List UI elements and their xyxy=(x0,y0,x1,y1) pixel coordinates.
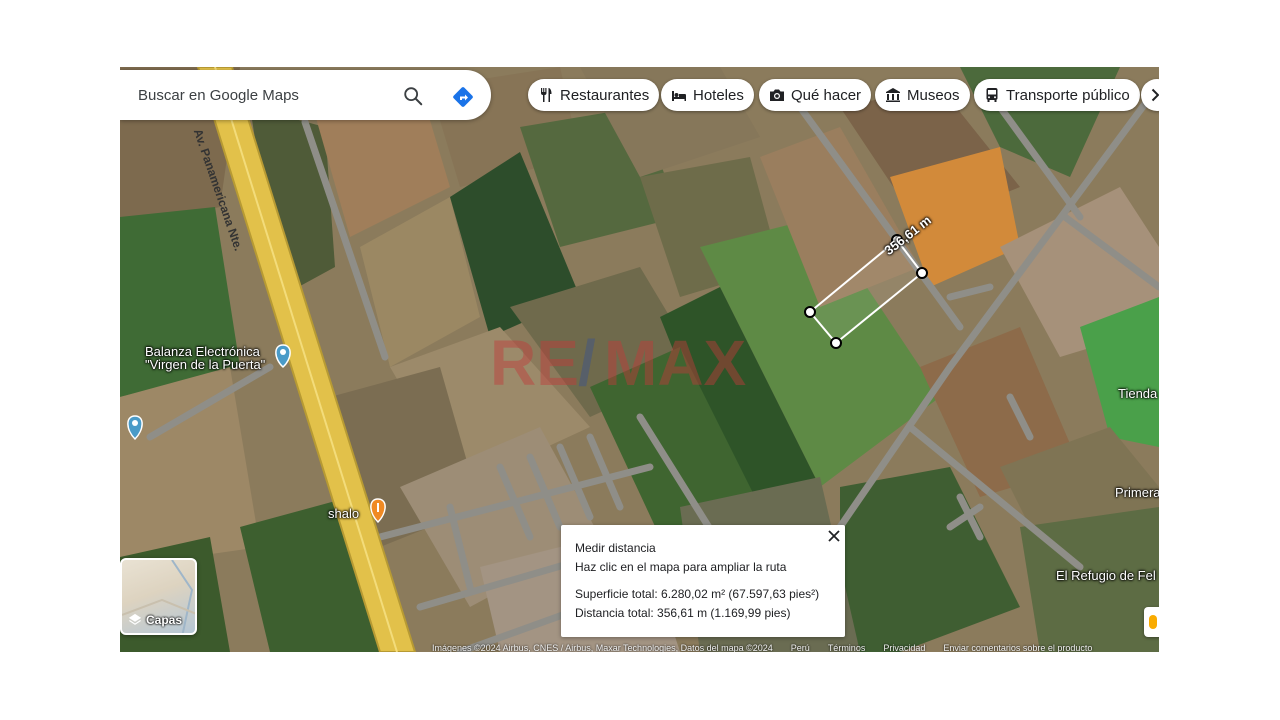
chip-hoteles[interactable]: Hoteles xyxy=(661,79,754,111)
place-label-tienda[interactable]: Tienda xyxy=(1118,387,1157,400)
close-icon[interactable] xyxy=(827,529,841,543)
place-label-shalo[interactable]: shalo xyxy=(328,507,359,520)
chip-restaurantes[interactable]: Restaurantes xyxy=(528,79,660,111)
search-icon[interactable] xyxy=(402,85,424,107)
svg-text:MAX: MAX xyxy=(604,327,747,399)
chip-transporte-publico[interactable]: Transporte público xyxy=(974,79,1140,111)
map-canvas[interactable]: RE / MAX 356,61 m Av. Panamericana Nte. … xyxy=(120,67,1159,652)
place-label-primera[interactable]: Primera xyxy=(1115,486,1159,499)
footer-privacy-link[interactable]: Privacidad xyxy=(883,643,925,652)
measure-distance: Distancia total: 356,61 m (1.169,99 pies… xyxy=(575,606,791,620)
measure-title: Medir distancia xyxy=(575,541,656,555)
footer-feedback-link[interactable]: Enviar comentarios sobre el producto xyxy=(943,643,1092,652)
chip-label: Hoteles xyxy=(693,86,744,104)
search-box xyxy=(120,70,491,120)
measure-distance-panel: Medir distancia Haz clic en el mapa para… xyxy=(561,525,845,637)
chip-label: Qué hacer xyxy=(791,86,862,104)
footer-terms-link[interactable]: Términos xyxy=(828,643,866,652)
bus-icon xyxy=(986,88,998,102)
chip-label: Restaurantes xyxy=(560,86,650,104)
museum-icon xyxy=(886,88,900,102)
measure-hint: Haz clic en el mapa para ampliar la ruta xyxy=(575,560,787,574)
chip-museos[interactable]: Museos xyxy=(875,79,970,111)
bed-icon xyxy=(672,91,686,101)
layers-label-group: Capas xyxy=(128,613,182,627)
chip-que-hacer[interactable]: Qué hacer xyxy=(759,79,872,111)
chevron-right-icon xyxy=(1151,88,1159,102)
street-view-pegman[interactable] xyxy=(1144,607,1159,637)
layers-icon xyxy=(128,613,142,625)
directions-icon[interactable] xyxy=(451,85,475,109)
place-label-refugio[interactable]: El Refugio de Fel xyxy=(1056,569,1156,582)
svg-text:/: / xyxy=(578,327,596,399)
measure-area: Superficie total: 6.280,02 m² (67.597,63… xyxy=(575,587,820,601)
svg-text:RE: RE xyxy=(490,327,579,399)
pegman-icon xyxy=(1149,615,1157,629)
camera-icon xyxy=(770,89,784,101)
imagery-credit: Imágenes ©2024 Airbus, CNES / Airbus, Ma… xyxy=(432,643,773,652)
place-label-balanza-line2[interactable]: "Virgen de la Puerta" xyxy=(145,358,265,371)
chip-label: Museos xyxy=(907,86,960,104)
layers-button[interactable]: Capas xyxy=(120,558,197,635)
map-footer: Imágenes ©2024 Airbus, CNES / Airbus, Ma… xyxy=(432,643,1092,652)
search-input[interactable] xyxy=(138,84,378,106)
fork-knife-icon xyxy=(541,88,552,102)
footer-country[interactable]: Perú xyxy=(791,643,810,652)
chip-label: Transporte público xyxy=(1006,86,1130,104)
layers-label: Capas xyxy=(146,613,183,627)
